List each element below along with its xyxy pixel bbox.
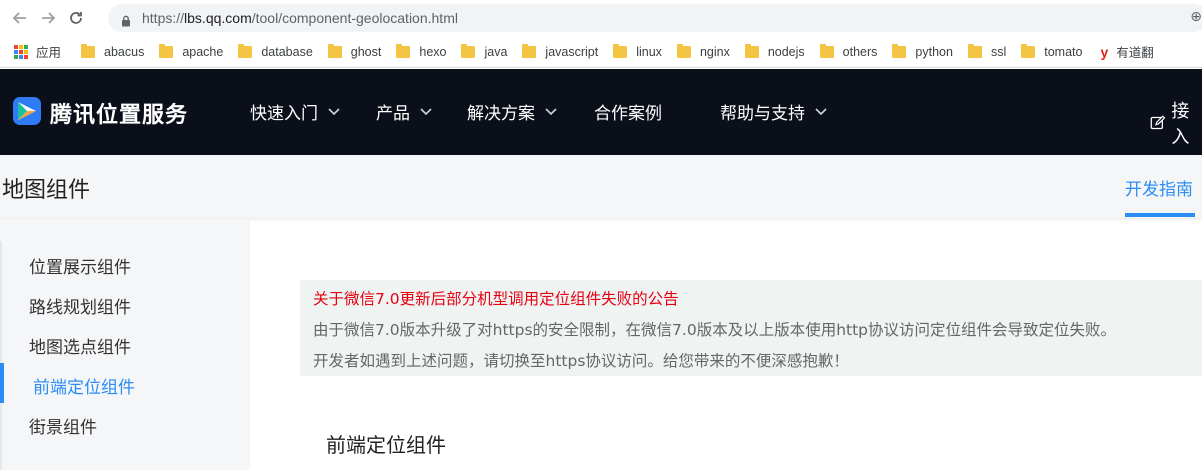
active-item-marker <box>0 363 4 403</box>
nav-quickstart[interactable]: 快速入门 <box>250 99 340 124</box>
chevron-down-icon <box>545 107 557 115</box>
bookmark-javascript[interactable]: javascript <box>516 40 604 64</box>
bookmark-java[interactable]: java <box>455 40 513 64</box>
folder-icon <box>238 43 253 58</box>
login-button[interactable]: 接入 <box>1150 97 1202 149</box>
notice-box: 关于微信7.0更新后部分机型调用定位组件失败的公告 由于微信7.0版本升级了对h… <box>300 280 1202 376</box>
bookmark-apps[interactable]: 应用 <box>0 40 67 64</box>
bookmark-label: python <box>915 44 953 59</box>
zoom-icon[interactable]: ⊕ <box>1190 9 1202 25</box>
sidebar-item-location-display[interactable]: 位置展示组件 <box>29 253 131 278</box>
bookmark-label: 应用 <box>36 46 62 60</box>
bookmark-label: tomato <box>1044 44 1083 59</box>
bookmark-abacus[interactable]: abacus <box>75 40 150 64</box>
bookmark-label: hexo <box>419 44 447 59</box>
bookmark-python[interactable]: python <box>886 40 959 64</box>
bookmark-nodejs[interactable]: nodejs <box>739 40 811 64</box>
nav-cases[interactable]: 合作案例 <box>594 99 662 124</box>
url-text: https://lbs.qq.com/tool/component-geoloc… <box>142 10 458 26</box>
nav-help[interactable]: 帮助与支持 <box>720 99 827 124</box>
sub-header: 地图组件 开发指南 <box>0 155 1202 218</box>
nav-label: 产品 <box>376 104 410 124</box>
sidebar-item-map-picker[interactable]: 地图选点组件 <box>29 333 131 358</box>
reload-icon[interactable] <box>62 4 90 32</box>
folder-icon <box>819 43 834 58</box>
bookmark-youdao[interactable]: y 有道翻 <box>1094 40 1159 64</box>
bookmark-ghost[interactable]: ghost <box>322 40 388 64</box>
notice-line-1: 由于微信7.0版本升级了对https的安全限制，在微信7.0版本及以上版本使用h… <box>313 321 1117 339</box>
sidebar-item-geolocation[interactable]: 前端定位组件 <box>33 373 135 398</box>
sidebar-divider <box>0 241 2 470</box>
url-scheme: https:// <box>142 10 185 26</box>
youdao-icon: y <box>1100 43 1109 60</box>
chevron-down-icon <box>420 107 432 115</box>
tab-dev-guide[interactable]: 开发指南 <box>1125 175 1193 200</box>
bookmark-tomato[interactable]: tomato <box>1015 40 1088 64</box>
bookmark-nginx[interactable]: nginx <box>671 40 736 64</box>
url-path: /tool/component-geolocation.html <box>251 10 458 26</box>
bookmark-label: others <box>842 44 878 59</box>
folder-icon <box>159 43 174 58</box>
nav-label: 帮助与支持 <box>720 104 805 124</box>
folder-icon <box>522 43 537 58</box>
back-arrow-icon[interactable] <box>6 4 34 32</box>
bookmark-label: 有道翻 <box>1116 46 1154 60</box>
bookmark-label: nginx <box>699 44 730 59</box>
bookmark-label: abacus <box>104 44 145 59</box>
sidebar-item-street-view[interactable]: 街景组件 <box>29 413 97 438</box>
notice-title[interactable]: 关于微信7.0更新后部分机型调用定位组件失败的公告 <box>313 287 679 309</box>
tencent-map-logo-icon[interactable] <box>12 96 42 126</box>
folder-icon <box>461 43 476 58</box>
bookmark-linux[interactable]: linux <box>607 40 668 64</box>
bookmarks-bar: 应用 abacus apache database ghost hexo jav… <box>0 36 1202 68</box>
sidebar-item-route-planning[interactable]: 路线规划组件 <box>29 293 131 318</box>
bookmark-database[interactable]: database <box>232 40 318 64</box>
notice-line-2: 开发者如遇到上述问题，请切换至https协议访问。给您带来的不便深感抱歉！ <box>313 352 849 370</box>
brand-name[interactable]: 腾讯位置服务 <box>50 97 188 129</box>
login-label: 接入 <box>1171 101 1190 148</box>
bookmark-label: apache <box>182 44 224 59</box>
lock-icon[interactable] <box>120 12 132 27</box>
folder-icon <box>613 43 628 58</box>
chevron-down-icon <box>815 107 827 115</box>
nav-products[interactable]: 产品 <box>376 99 432 124</box>
browser-toolbar: https://lbs.qq.com/tool/component-geoloc… <box>0 0 1202 36</box>
chevron-down-icon <box>328 107 340 115</box>
folder-icon <box>1021 43 1036 58</box>
page-title: 地图组件 <box>2 178 91 203</box>
bookmark-label: ghost <box>350 44 382 59</box>
folder-icon <box>744 43 759 58</box>
bookmark-ssl[interactable]: ssl <box>962 40 1012 64</box>
nav-solutions[interactable]: 解决方案 <box>467 99 557 124</box>
nav-label: 快速入门 <box>250 104 318 124</box>
site-header: 腾讯位置服务 快速入门 产品 解决方案 合作案例 帮助与支持 接入 <box>0 69 1202 155</box>
url-host: lbs.qq.com <box>184 10 252 26</box>
bookmark-label: javascript <box>545 44 599 59</box>
bookmark-others[interactable]: others <box>814 40 884 64</box>
bookmark-label: nodejs <box>767 44 805 59</box>
address-bar[interactable]: https://lbs.qq.com/tool/component-geoloc… <box>108 4 1202 32</box>
active-tab-indicator <box>1125 213 1195 217</box>
forward-arrow-icon[interactable] <box>34 4 62 32</box>
bookmark-label: ssl <box>990 44 1007 59</box>
folder-icon <box>892 43 907 58</box>
edit-icon <box>1150 115 1166 130</box>
folder-icon <box>676 43 691 58</box>
bookmark-label: database <box>261 44 313 59</box>
apps-grid-icon <box>14 44 28 59</box>
bookmark-label: linux <box>636 44 662 59</box>
bookmark-label: java <box>484 44 508 59</box>
folder-icon <box>81 43 96 58</box>
nav-label: 合作案例 <box>594 104 662 124</box>
bookmark-hexo[interactable]: hexo <box>390 40 452 64</box>
folder-icon <box>396 43 411 58</box>
bookmark-apache[interactable]: apache <box>153 40 229 64</box>
folder-icon <box>967 43 982 58</box>
nav-label: 解决方案 <box>467 104 535 124</box>
section-title: 前端定位组件 <box>326 433 446 457</box>
folder-icon <box>327 43 342 58</box>
